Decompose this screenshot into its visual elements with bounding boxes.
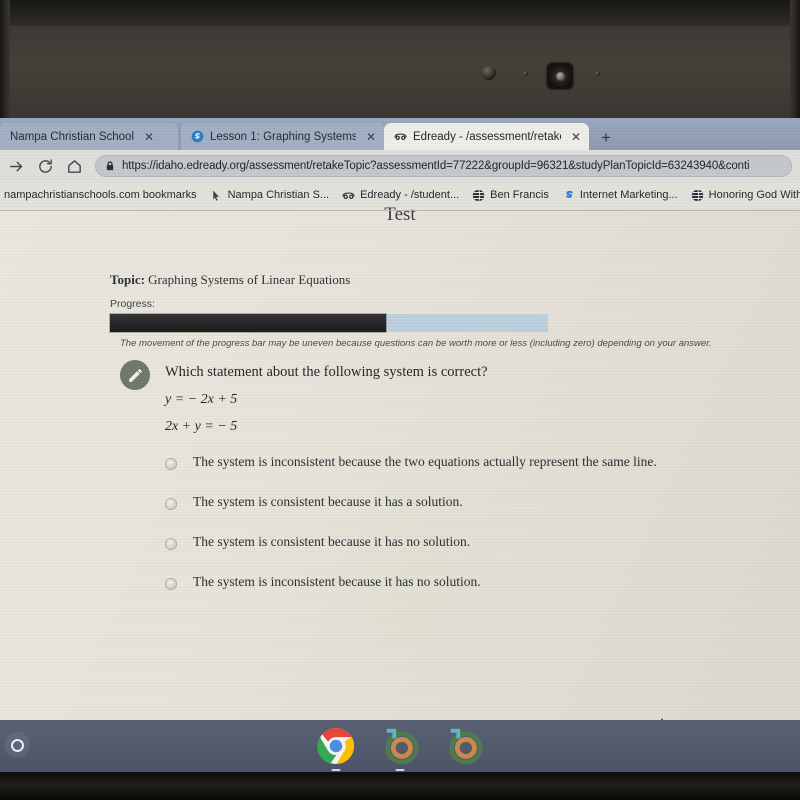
bookmark-label: Ben Francis [490,189,549,201]
tab-title: Nampa Christian School [10,130,135,143]
progress-label: Progress: [110,298,155,310]
reload-icon[interactable] [37,158,54,175]
pencil-icon [120,360,150,390]
tab-separator [179,123,180,140]
taskbar [0,720,800,772]
bookmark-label: Nampa Christian S... [227,189,330,201]
edready-icon [342,191,355,199]
tab-close-icon[interactable]: ✕ [144,130,154,144]
forward-arrow-icon[interactable] [8,158,25,175]
activity-ring-icon [385,728,419,765]
running-indicator [331,769,341,771]
taskbar-app-activity-1[interactable] [381,727,419,771]
progress-bar [110,314,548,332]
microphone-icon [523,71,528,76]
browser-tab-0[interactable]: Nampa Christian School ✕ [0,123,178,150]
answer-choice-label: The system is inconsistent because it ha… [193,574,481,589]
address-bar[interactable]: https://idaho.edready.org/assessment/ret… [95,155,792,177]
topic-label: Topic: [110,272,145,287]
answer-choice-3[interactable]: The system is inconsistent because it ha… [165,574,765,614]
answer-choice-label: The system is consistent because it has … [193,534,471,549]
tab-close-icon[interactable]: ✕ [571,130,581,144]
taskbar-apps [0,720,800,772]
question-text: Which statement about the following syst… [165,364,488,380]
cursor-arrow-icon [212,190,219,201]
tab-title: Edready - /assessment/retakeTo [413,130,561,143]
browser-tab-2[interactable]: Edready - /assessment/retakeTo ✕ [384,123,589,150]
topic-value: Graphing Systems of Linear Equations [148,272,351,287]
answer-choice-label: The system is inconsistent because the t… [193,454,657,469]
chrome-icon [317,727,355,765]
webcam-icon [547,63,573,89]
edready-icon [394,133,407,140]
bookmark-item-3[interactable]: Ben Francis [472,189,549,202]
bookmark-item-4[interactable]: Internet Marketing... [562,189,678,202]
topic-line: Topic: Graphing Systems of Linear Equati… [110,272,350,288]
content-divider [0,210,800,211]
new-tab-button[interactable]: + [589,129,623,150]
assessment-page: Test Topic: Graphing Systems of Linear E… [0,204,800,720]
answer-choice-0[interactable]: The system is inconsistent because the t… [165,454,765,494]
sensor-icon [482,66,496,80]
globe-icon [472,189,485,201]
tab-close-icon[interactable]: ✕ [366,130,376,144]
bookmark-label: nampachristianschools.com bookmarks [4,189,197,201]
page-title: Test [384,204,416,225]
browser-tab-1[interactable]: Lesson 1: Graphing Systems of E ✕ [181,123,384,150]
tab-title: Lesson 1: Graphing Systems of E [210,130,356,143]
progress-bar-fill [110,314,386,332]
equation-2: 2x + y = − 5 [165,419,238,434]
taskbar-app-chrome[interactable] [317,727,355,771]
laptop-screen: Nampa Christian School ✕ Lesson 1: Graph… [0,118,800,720]
bookmark-label: Edready - /student... [360,189,460,201]
running-indicator [395,769,405,771]
progress-note: The movement of the progress bar may be … [120,338,712,349]
radio-button[interactable] [165,458,177,470]
answer-choice-label: The system is consistent because it has … [193,494,463,509]
answer-choices: The system is inconsistent because the t… [165,454,765,614]
browser-tab-strip: Nampa Christian School ✕ Lesson 1: Graph… [0,118,800,150]
bookmark-item-2[interactable]: Edready - /student... [342,189,459,202]
bookmark-label: Internet Marketing... [579,189,678,201]
browser-toolbar: https://idaho.edready.org/assessment/ret… [0,150,800,182]
microphone-icon [595,71,600,76]
bookmark-item-1[interactable]: Nampa Christian S... [210,189,329,202]
home-icon[interactable] [66,158,83,175]
bookmark-item-5[interactable]: Honoring God With.. [691,189,800,202]
laptop-deck [0,772,800,800]
schoology-icon [191,130,204,143]
address-bar-url: https://idaho.edready.org/assessment/ret… [122,160,750,172]
bookmark-label: Honoring God With.. [708,189,800,201]
pencil-glyph [128,368,142,382]
radio-button[interactable] [165,538,177,550]
s-letter-icon [566,190,573,198]
lock-icon [106,161,114,171]
bookmark-item-0[interactable]: nampachristianschools.com bookmarks [4,189,197,201]
activity-ring-icon [449,728,483,765]
radio-button[interactable] [165,578,177,590]
equation-1: y = − 2x + 5 [165,392,238,407]
answer-choice-1[interactable]: The system is consistent because it has … [165,494,765,534]
laptop-photo: Nampa Christian School ✕ Lesson 1: Graph… [0,0,800,800]
globe-icon [691,189,703,201]
taskbar-app-activity-2[interactable] [445,727,483,765]
laptop-bezel-top [0,0,800,118]
radio-button[interactable] [165,498,177,510]
answer-choice-2[interactable]: The system is consistent because it has … [165,534,765,574]
